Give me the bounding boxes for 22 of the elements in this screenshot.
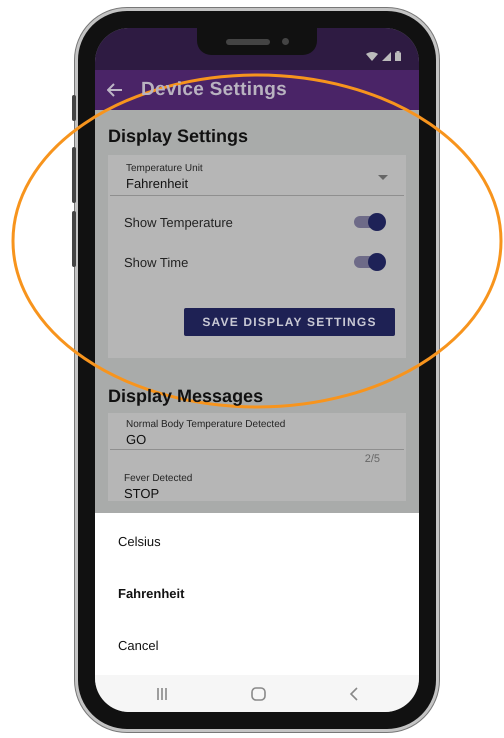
toggle-label: Show Time xyxy=(124,254,188,270)
message-field[interactable]: Normal Body Temperature Detected GO xyxy=(110,413,404,450)
section-heading: Display Settings xyxy=(108,126,250,147)
toggle-switch[interactable] xyxy=(354,256,384,268)
battery-icon xyxy=(395,51,401,61)
character-counter: 2/5 xyxy=(364,453,380,465)
sheet-option[interactable]: Celsius xyxy=(95,534,419,548)
wifi-icon xyxy=(366,52,378,61)
temperature-unit-dropdown[interactable]: Temperature Unit Fahrenheit xyxy=(110,155,404,196)
home-icon[interactable] xyxy=(250,686,266,700)
recent-apps-icon[interactable] xyxy=(156,688,168,700)
signal-icon xyxy=(382,52,391,61)
back-icon[interactable] xyxy=(348,686,358,700)
toggle-label: Show Temperature xyxy=(124,214,233,230)
toggle-switch[interactable] xyxy=(354,216,384,228)
back-arrow-icon[interactable] xyxy=(107,83,123,97)
sheet-option[interactable]: Fahrenheit xyxy=(95,586,419,600)
section-heading: Display Messages xyxy=(108,386,264,407)
dropdown-caret-icon xyxy=(378,174,388,180)
message-field[interactable]: Fever Detected STOP xyxy=(108,469,406,501)
sheet-option[interactable]: Cancel xyxy=(95,638,419,652)
save-button[interactable]: SAVE DISPLAY SETTINGS xyxy=(184,308,395,336)
